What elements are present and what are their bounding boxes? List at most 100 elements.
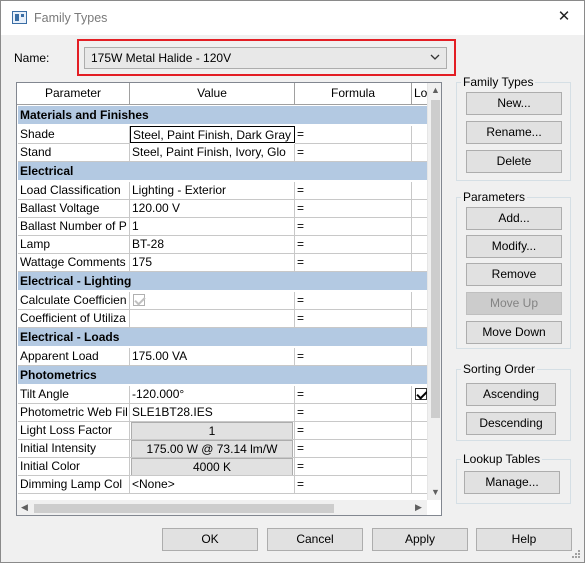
formula-cell[interactable]: = (295, 218, 412, 236)
formula-cell[interactable]: = (295, 458, 412, 476)
scroll-up-icon[interactable]: ▲ (431, 85, 440, 95)
value-cell[interactable]: <None> (130, 476, 295, 494)
horizontal-scroll-thumb[interactable] (34, 504, 334, 513)
scroll-down-icon[interactable]: ▼ (431, 487, 440, 497)
manage-lookup-button[interactable]: Manage... (464, 471, 560, 494)
value-edit-button[interactable]: 4000 K (131, 458, 293, 475)
table-row[interactable]: Coefficient of Utiliza = (18, 310, 427, 328)
formula-cell[interactable]: = (295, 386, 412, 404)
value-cell[interactable] (130, 310, 295, 328)
lock-cell[interactable] (412, 218, 427, 236)
table-row[interactable]: Shade Steel, Paint Finish, Dark Gray = (18, 126, 427, 144)
parameter-name-cell[interactable]: Tilt Angle (18, 386, 130, 404)
horizontal-scrollbar[interactable]: ◀ ▶ (17, 500, 427, 515)
value-cell[interactable]: Lighting - Exterior (130, 182, 295, 200)
table-row[interactable]: Ballast Voltage 120.00 V = (18, 200, 427, 218)
vertical-scrollbar[interactable]: ▲ ▼ (427, 83, 441, 500)
table-row[interactable]: Initial Color 4000 K = (18, 458, 427, 476)
table-row[interactable]: Tilt Angle -120.000° = (18, 386, 427, 404)
lock-cell[interactable] (412, 458, 427, 476)
formula-cell[interactable]: = (295, 422, 412, 440)
group-header[interactable]: Photometrics (18, 366, 427, 384)
lock-cell[interactable] (412, 476, 427, 494)
lock-cell[interactable] (412, 310, 427, 328)
lock-cell[interactable] (412, 422, 427, 440)
value-edit-button[interactable]: 175.00 W @ 73.14 lm/W (131, 440, 293, 457)
parameter-name-cell[interactable]: Calculate Coefficien (18, 292, 130, 310)
table-row[interactable]: Stand Steel, Paint Finish, Ivory, Glo = (18, 144, 427, 162)
parameter-name-cell[interactable]: Dimming Lamp Col (18, 476, 130, 494)
value-cell[interactable]: Steel, Paint Finish, Dark Gray (130, 126, 295, 143)
formula-cell[interactable]: = (295, 310, 412, 328)
parameter-name-cell[interactable]: Shade (18, 126, 130, 144)
value-cell[interactable]: 1 (130, 218, 295, 236)
lock-checkbox[interactable] (415, 388, 427, 400)
help-button[interactable]: Help (476, 528, 572, 551)
value-cell[interactable]: BT-28 (130, 236, 295, 254)
formula-cell[interactable]: = (295, 440, 412, 458)
name-dropdown[interactable]: 175W Metal Halide - 120V (84, 47, 447, 69)
table-row[interactable]: Wattage Comments 175 = (18, 254, 427, 272)
table-row[interactable]: Ballast Number of P 1 = (18, 218, 427, 236)
parameter-name-cell[interactable]: Coefficient of Utiliza (18, 310, 130, 328)
group-header[interactable]: Materials and Finishes (18, 106, 427, 124)
remove-parameter-button[interactable]: Remove (466, 263, 562, 286)
lock-cell[interactable] (412, 144, 427, 162)
group-header[interactable]: Electrical - Lighting (18, 272, 427, 290)
formula-cell[interactable]: = (295, 236, 412, 254)
table-row[interactable]: Light Loss Factor 1 = (18, 422, 427, 440)
parameter-name-cell[interactable]: Light Loss Factor (18, 422, 130, 440)
formula-cell[interactable]: = (295, 476, 412, 494)
value-cell[interactable]: 120.00 V (130, 200, 295, 218)
table-row[interactable]: Apparent Load 175.00 VA = (18, 348, 427, 366)
move-down-button[interactable]: Move Down (466, 321, 562, 344)
column-header-formula[interactable]: Formula (295, 83, 412, 105)
group-header[interactable]: Electrical - Loads (18, 328, 427, 346)
lock-cell[interactable] (412, 348, 427, 366)
formula-cell[interactable]: = (295, 254, 412, 272)
lock-cell[interactable] (412, 404, 427, 422)
formula-cell[interactable]: = (295, 126, 412, 144)
new-type-button[interactable]: New... (466, 92, 562, 115)
apply-button[interactable]: Apply (372, 528, 468, 551)
table-row[interactable]: Initial Intensity 175.00 W @ 73.14 lm/W = (18, 440, 427, 458)
parameter-name-cell[interactable]: Initial Intensity (18, 440, 130, 458)
column-header-value[interactable]: Value (130, 83, 295, 105)
group-header[interactable]: Electrical (18, 162, 427, 180)
formula-cell[interactable]: = (295, 348, 412, 366)
rename-type-button[interactable]: Rename... (466, 121, 562, 144)
value-cell[interactable]: 175 (130, 254, 295, 272)
formula-cell[interactable]: = (295, 182, 412, 200)
formula-cell[interactable]: = (295, 144, 412, 162)
lock-cell[interactable] (412, 292, 427, 310)
formula-cell[interactable]: = (295, 200, 412, 218)
delete-type-button[interactable]: Delete (466, 150, 562, 173)
value-cell[interactable]: 4000 K (130, 458, 295, 476)
value-checkbox-cell[interactable] (130, 292, 295, 310)
formula-cell[interactable]: = (295, 292, 412, 310)
resize-grip-icon[interactable] (571, 549, 581, 559)
lock-cell[interactable] (412, 440, 427, 458)
modify-parameter-button[interactable]: Modify... (466, 235, 562, 258)
cancel-button[interactable]: Cancel (267, 528, 363, 551)
value-edit-button[interactable]: 1 (131, 422, 293, 439)
table-row[interactable]: Calculate Coefficien = (18, 292, 427, 310)
value-cell[interactable]: SLE1BT28.IES (130, 404, 295, 422)
parameter-name-cell[interactable]: Ballast Voltage (18, 200, 130, 218)
descending-button[interactable]: Descending (466, 412, 556, 435)
lock-cell[interactable] (412, 236, 427, 254)
parameter-name-cell[interactable]: Ballast Number of P (18, 218, 130, 236)
move-up-button[interactable]: Move Up (466, 292, 562, 315)
value-cell[interactable]: 175.00 VA (130, 348, 295, 366)
value-cell[interactable]: Steel, Paint Finish, Ivory, Glo (130, 144, 295, 162)
lock-cell[interactable] (412, 182, 427, 200)
parameter-name-cell[interactable]: Stand (18, 144, 130, 162)
parameter-name-cell[interactable]: Wattage Comments (18, 254, 130, 272)
table-row[interactable]: Photometric Web Fil SLE1BT28.IES = (18, 404, 427, 422)
parameter-name-cell[interactable]: Lamp (18, 236, 130, 254)
parameter-name-cell[interactable]: Initial Color (18, 458, 130, 476)
lock-cell[interactable] (412, 200, 427, 218)
lock-cell[interactable] (412, 386, 427, 404)
ascending-button[interactable]: Ascending (466, 383, 556, 406)
close-icon[interactable]: ✕ (554, 7, 574, 27)
